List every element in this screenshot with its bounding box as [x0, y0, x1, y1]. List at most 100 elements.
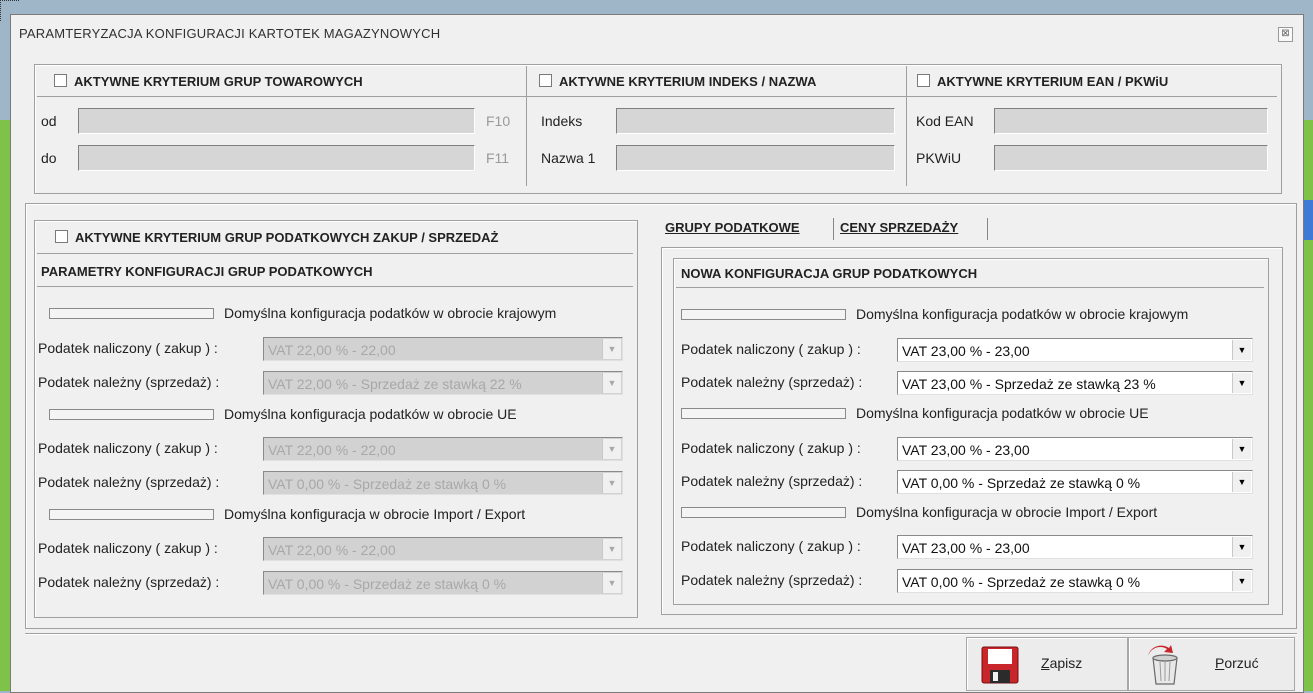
right-sale-value-import: VAT 0,00 % - Sprzedaż ze stawką 0 %	[902, 574, 1141, 590]
chevron-down-icon[interactable]: ▼	[602, 573, 621, 593]
left-purchase-select-domestic[interactable]: VAT 22,00 % - 22,00 ▼	[263, 337, 623, 361]
right-purchase-select-eu[interactable]: VAT 23,00 % - 23,00 ▼	[897, 437, 1253, 461]
right-purchase-label-eu: Podatek naliczony ( zakup ) :	[681, 440, 861, 456]
nazwa-field[interactable]	[616, 145, 895, 171]
chevron-down-icon[interactable]: ▼	[1232, 472, 1251, 492]
right-sale-select-import[interactable]: VAT 0,00 % - Sprzedaż ze stawką 0 % ▼	[897, 569, 1253, 593]
left-purchase-label-import: Podatek naliczony ( zakup ) :	[38, 540, 218, 556]
left-sale-label-import: Podatek należny (sprzedaż) :	[38, 574, 220, 590]
groups-criterion-checkbox[interactable]	[54, 74, 67, 87]
groups-criterion-label: AKTYWNE KRYTERIUM GRUP TOWAROWYCH	[74, 74, 363, 89]
tax-criterion-checkbox[interactable]	[55, 230, 68, 243]
right-section-title-domestic: Domyślna konfiguracja podatków w obrocie…	[856, 306, 1189, 322]
chevron-down-icon[interactable]: ▼	[602, 539, 621, 559]
right-header-line	[676, 287, 1264, 288]
tab-separator-2	[987, 218, 988, 240]
chevron-down-icon[interactable]: ▼	[1232, 537, 1251, 557]
save-button[interactable]: Zapisz	[966, 637, 1128, 691]
od-label: od	[41, 113, 57, 129]
tax-criterion-header[interactable]: AKTYWNE KRYTERIUM GRUP PODATKOWYCH ZAKUP…	[55, 230, 498, 245]
left-sale-value-import: VAT 0,00 % - Sprzedaż ze stawką 0 %	[268, 576, 507, 592]
left-section-bar-eu	[49, 409, 214, 420]
params-header: PARAMETRY KONFIGURACJI GRUP PODATKOWYCH	[41, 264, 373, 279]
right-section-title-import: Domyślna konfiguracja w obrocie Import /…	[856, 504, 1158, 520]
left-sale-label-domestic: Podatek należny (sprzedaż) :	[38, 374, 220, 390]
top-panel-divider-1	[526, 66, 527, 186]
f10-key[interactable]: F10	[486, 113, 510, 129]
nazwa-label: Nazwa 1	[541, 150, 596, 166]
chevron-down-icon[interactable]: ▼	[602, 439, 621, 459]
bottom-separator	[25, 633, 1297, 634]
left-purchase-select-import[interactable]: VAT 22,00 % - 22,00 ▼	[263, 537, 623, 561]
right-sale-label-domestic: Podatek należny (sprzedaż) :	[681, 374, 863, 390]
left-purchase-label-domestic: Podatek naliczony ( zakup ) :	[38, 340, 218, 356]
right-purchase-select-import[interactable]: VAT 23,00 % - 23,00 ▼	[897, 535, 1253, 559]
ean-criterion-label: AKTYWNE KRYTERIUM EAN / PKWiU	[937, 74, 1169, 89]
title-bar[interactable]: PARAMTERYZACJA KONFIGURACJI KARTOTEK MAG…	[11, 15, 1303, 51]
left-purchase-value-eu: VAT 22,00 % - 22,00	[268, 442, 396, 458]
right-purchase-select-domestic[interactable]: VAT 23,00 % - 23,00 ▼	[897, 338, 1253, 362]
left-section-bar-domestic	[49, 308, 214, 319]
dialog-window: PARAMTERYZACJA KONFIGURACJI KARTOTEK MAG…	[10, 14, 1304, 693]
ean-criterion-checkbox[interactable]	[917, 74, 930, 87]
index-criterion-header[interactable]: AKTYWNE KRYTERIUM INDEKS / NAZWA	[539, 74, 816, 89]
recycle-bin-icon	[1148, 645, 1178, 685]
indeks-field[interactable]	[616, 108, 895, 134]
right-purchase-label-domestic: Podatek naliczony ( zakup ) :	[681, 341, 861, 357]
ean-field[interactable]	[994, 108, 1268, 134]
left-purchase-label-eu: Podatek naliczony ( zakup ) :	[38, 440, 218, 456]
left-sale-select-eu[interactable]: VAT 0,00 % - Sprzedaż ze stawką 0 % ▼	[263, 471, 623, 495]
do-label: do	[41, 150, 57, 166]
right-sale-value-eu: VAT 0,00 % - Sprzedaż ze stawką 0 %	[902, 475, 1141, 491]
left-section-bar-import	[49, 509, 214, 520]
pkwiu-label: PKWiU	[916, 150, 962, 166]
left-purchase-value-import: VAT 22,00 % - 22,00	[268, 542, 396, 558]
left-purchase-select-eu[interactable]: VAT 22,00 % - 22,00 ▼	[263, 437, 623, 461]
right-sale-select-domestic[interactable]: VAT 23,00 % - Sprzedaż ze stawką 23 % ▼	[897, 371, 1253, 395]
ean-criterion-header[interactable]: AKTYWNE KRYTERIUM EAN / PKWiU	[917, 74, 1168, 89]
cancel-button[interactable]: Porzuć	[1128, 637, 1295, 691]
left-sale-select-import[interactable]: VAT 0,00 % - Sprzedaż ze stawką 0 % ▼	[263, 571, 623, 595]
chevron-down-icon[interactable]: ▼	[602, 339, 621, 359]
groups-criterion-header[interactable]: AKTYWNE KRYTERIUM GRUP TOWAROWYCH	[54, 74, 363, 89]
right-purchase-value-eu: VAT 23,00 % - 23,00	[902, 442, 1030, 458]
od-field[interactable]	[78, 108, 475, 134]
tab-ceny-sprzedazy[interactable]: CENY SPRZEDAŻY	[840, 220, 958, 235]
right-sale-label-eu: Podatek należny (sprzedaż) :	[681, 473, 863, 489]
index-criterion-label: AKTYWNE KRYTERIUM INDEKS / NAZWA	[559, 74, 817, 89]
tab-grupy-podatkowe[interactable]: GRUPY PODATKOWE	[665, 220, 800, 235]
close-icon[interactable]: ⊠	[1278, 27, 1293, 42]
right-sale-select-eu[interactable]: VAT 0,00 % - Sprzedaż ze stawką 0 % ▼	[897, 470, 1253, 494]
left-header-line-2	[37, 286, 633, 287]
right-purchase-value-domestic: VAT 23,00 % - 23,00	[902, 343, 1030, 359]
left-header-line-1	[37, 253, 633, 254]
chevron-down-icon[interactable]: ▼	[1232, 439, 1251, 459]
tax-criterion-label: AKTYWNE KRYTERIUM GRUP PODATKOWYCH ZAKUP…	[75, 230, 499, 245]
cancel-button-label: Porzuć	[1215, 655, 1259, 671]
right-section-title-eu: Domyślna konfiguracja podatków w obrocie…	[856, 405, 1149, 421]
chevron-down-icon[interactable]: ▼	[1232, 340, 1251, 360]
tab-separator	[833, 218, 834, 240]
left-sale-label-eu: Podatek należny (sprzedaż) :	[38, 474, 220, 490]
left-purchase-value-domestic: VAT 22,00 % - 22,00	[268, 342, 396, 358]
right-sale-label-import: Podatek należny (sprzedaż) :	[681, 572, 863, 588]
chevron-down-icon[interactable]: ▼	[602, 473, 621, 493]
left-section-title-import: Domyślna konfiguracja w obrocie Import /…	[224, 506, 526, 522]
left-sale-select-domestic[interactable]: VAT 22,00 % - Sprzedaż ze stawką 22 % ▼	[263, 371, 623, 395]
left-section-title-domestic: Domyślna konfiguracja podatków w obrocie…	[224, 305, 557, 321]
ean-label: Kod EAN	[916, 113, 974, 129]
chevron-down-icon[interactable]: ▼	[602, 373, 621, 393]
window-title: PARAMTERYZACJA KONFIGURACJI KARTOTEK MAG…	[19, 26, 441, 41]
chevron-down-icon[interactable]: ▼	[1232, 373, 1251, 393]
index-criterion-checkbox[interactable]	[539, 74, 552, 87]
f11-key[interactable]: F11	[486, 150, 509, 166]
left-sale-value-eu: VAT 0,00 % - Sprzedaż ze stawką 0 %	[268, 476, 507, 492]
right-sale-value-domestic: VAT 23,00 % - Sprzedaż ze stawką 23 %	[902, 376, 1156, 392]
new-config-header: NOWA KONFIGURACJA GRUP PODATKOWYCH	[681, 266, 978, 281]
chevron-down-icon[interactable]: ▼	[1232, 571, 1251, 591]
do-field[interactable]	[78, 145, 475, 171]
floppy-disk-icon	[981, 646, 1019, 684]
pkwiu-field[interactable]	[994, 145, 1268, 171]
left-sale-value-domestic: VAT 22,00 % - Sprzedaż ze stawką 22 %	[268, 376, 522, 392]
right-section-bar-domestic	[681, 309, 846, 320]
